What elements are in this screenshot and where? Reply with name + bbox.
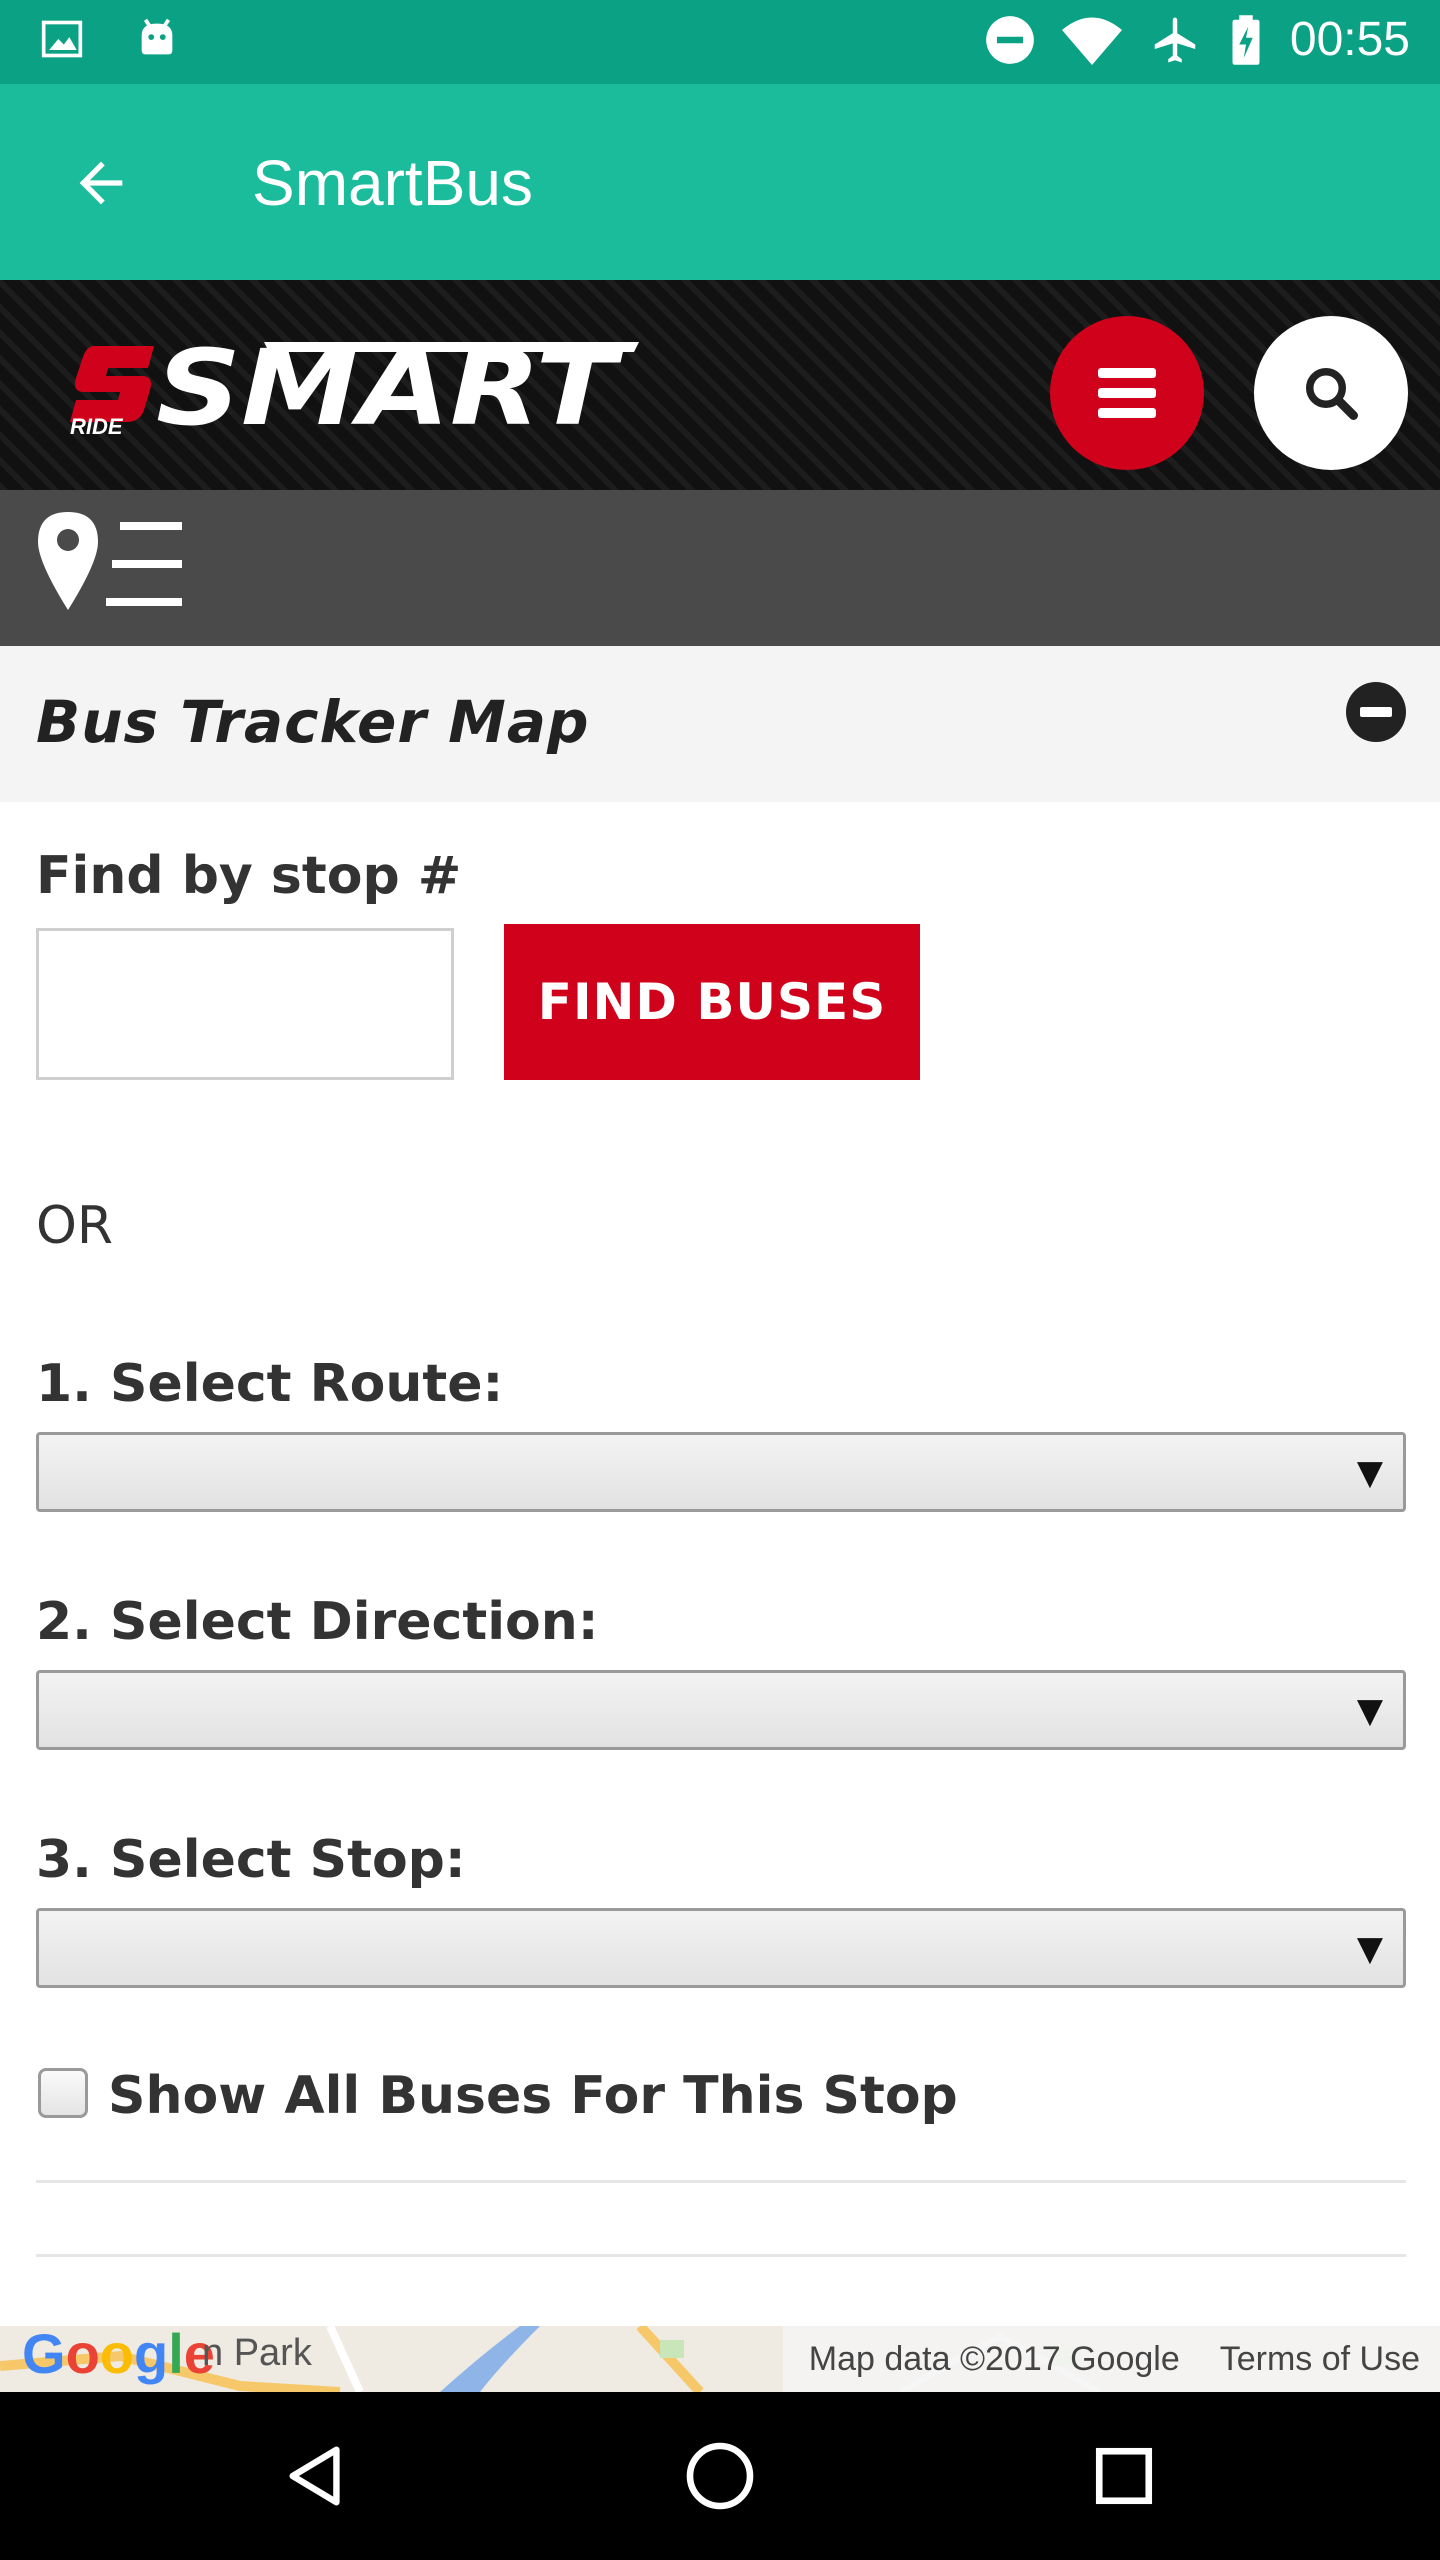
recents-square-icon — [1095, 2447, 1153, 2505]
search-icon — [1306, 368, 1358, 420]
stop-number-label: Find by stop # — [36, 846, 462, 906]
status-bar: 00:55 — [0, 0, 1440, 84]
dropdown-arrow-icon: ▼ — [1356, 1929, 1383, 1969]
minus-circle-icon[interactable] — [1346, 682, 1406, 742]
direction-select[interactable]: ▼ — [36, 1670, 1406, 1750]
map-place-label: n Park — [202, 2332, 312, 2374]
show-all-buses-label[interactable]: Show All Buses For This Stop — [108, 2066, 958, 2126]
show-all-buses-checkbox[interactable] — [38, 2068, 88, 2118]
home-circle-icon — [686, 2442, 754, 2510]
stop-select[interactable]: ▼ — [36, 1908, 1406, 1988]
back-triangle-icon — [289, 2446, 340, 2506]
svg-text:RIDE: RIDE — [70, 414, 124, 438]
android-icon — [141, 18, 173, 55]
divider — [36, 2254, 1406, 2257]
find-buses-button[interactable]: FIND BUSES — [504, 924, 920, 1080]
system-nav-bar — [0, 2392, 1440, 2560]
map-pin-list-icon[interactable] — [36, 510, 186, 622]
map-data-text: Map data ©2017 Google — [808, 2339, 1180, 2378]
svg-text:SMART: SMART — [156, 338, 624, 438]
stop-number-input[interactable] — [36, 928, 454, 1080]
menu-button[interactable] — [1050, 316, 1204, 470]
terms-of-use-link[interactable]: Terms of Use — [1220, 2340, 1420, 2379]
app-bar: SmartBus — [0, 84, 1440, 280]
nav-recents-button[interactable] — [1084, 2436, 1164, 2516]
secondary-nav — [0, 490, 1440, 646]
section-title: Bus Tracker Map — [36, 688, 590, 756]
map-attribution: Map data ©2017 Google Terms of Use — [782, 2326, 1440, 2392]
map-view[interactable]: Google n Park Map data ©2017 Google Term… — [0, 2326, 1440, 2392]
battery-charging-icon — [1232, 14, 1260, 65]
site-header: RIDE SMART — [0, 280, 1440, 490]
wifi-icon — [1061, 17, 1122, 65]
route-label: 1. Select Route: — [36, 1354, 504, 1414]
section-header[interactable]: Bus Tracker Map — [0, 646, 1440, 802]
dropdown-arrow-icon: ▼ — [1356, 1691, 1383, 1731]
route-select[interactable]: ▼ — [36, 1432, 1406, 1512]
nav-back-button[interactable] — [276, 2436, 356, 2516]
image-icon — [41, 20, 83, 58]
arrow-back-icon — [79, 161, 123, 205]
nav-home-button[interactable] — [680, 2436, 760, 2516]
back-button[interactable] — [56, 138, 146, 228]
clock: 00:55 — [1289, 13, 1410, 66]
or-separator: OR — [36, 1196, 114, 1256]
airplane-icon — [1154, 17, 1196, 62]
search-button[interactable] — [1254, 316, 1408, 470]
hamburger-icon — [1098, 368, 1156, 418]
stop-select-label: 3. Select Stop: — [36, 1830, 466, 1890]
smart-logo[interactable]: RIDE SMART — [64, 338, 644, 438]
app-title: SmartBus — [252, 147, 533, 219]
google-logo[interactable]: Google — [22, 2326, 215, 2382]
dropdown-arrow-icon: ▼ — [1356, 1453, 1383, 1493]
divider — [36, 2180, 1406, 2183]
direction-label: 2. Select Direction: — [36, 1592, 599, 1652]
do-not-disturb-icon — [986, 15, 1034, 64]
